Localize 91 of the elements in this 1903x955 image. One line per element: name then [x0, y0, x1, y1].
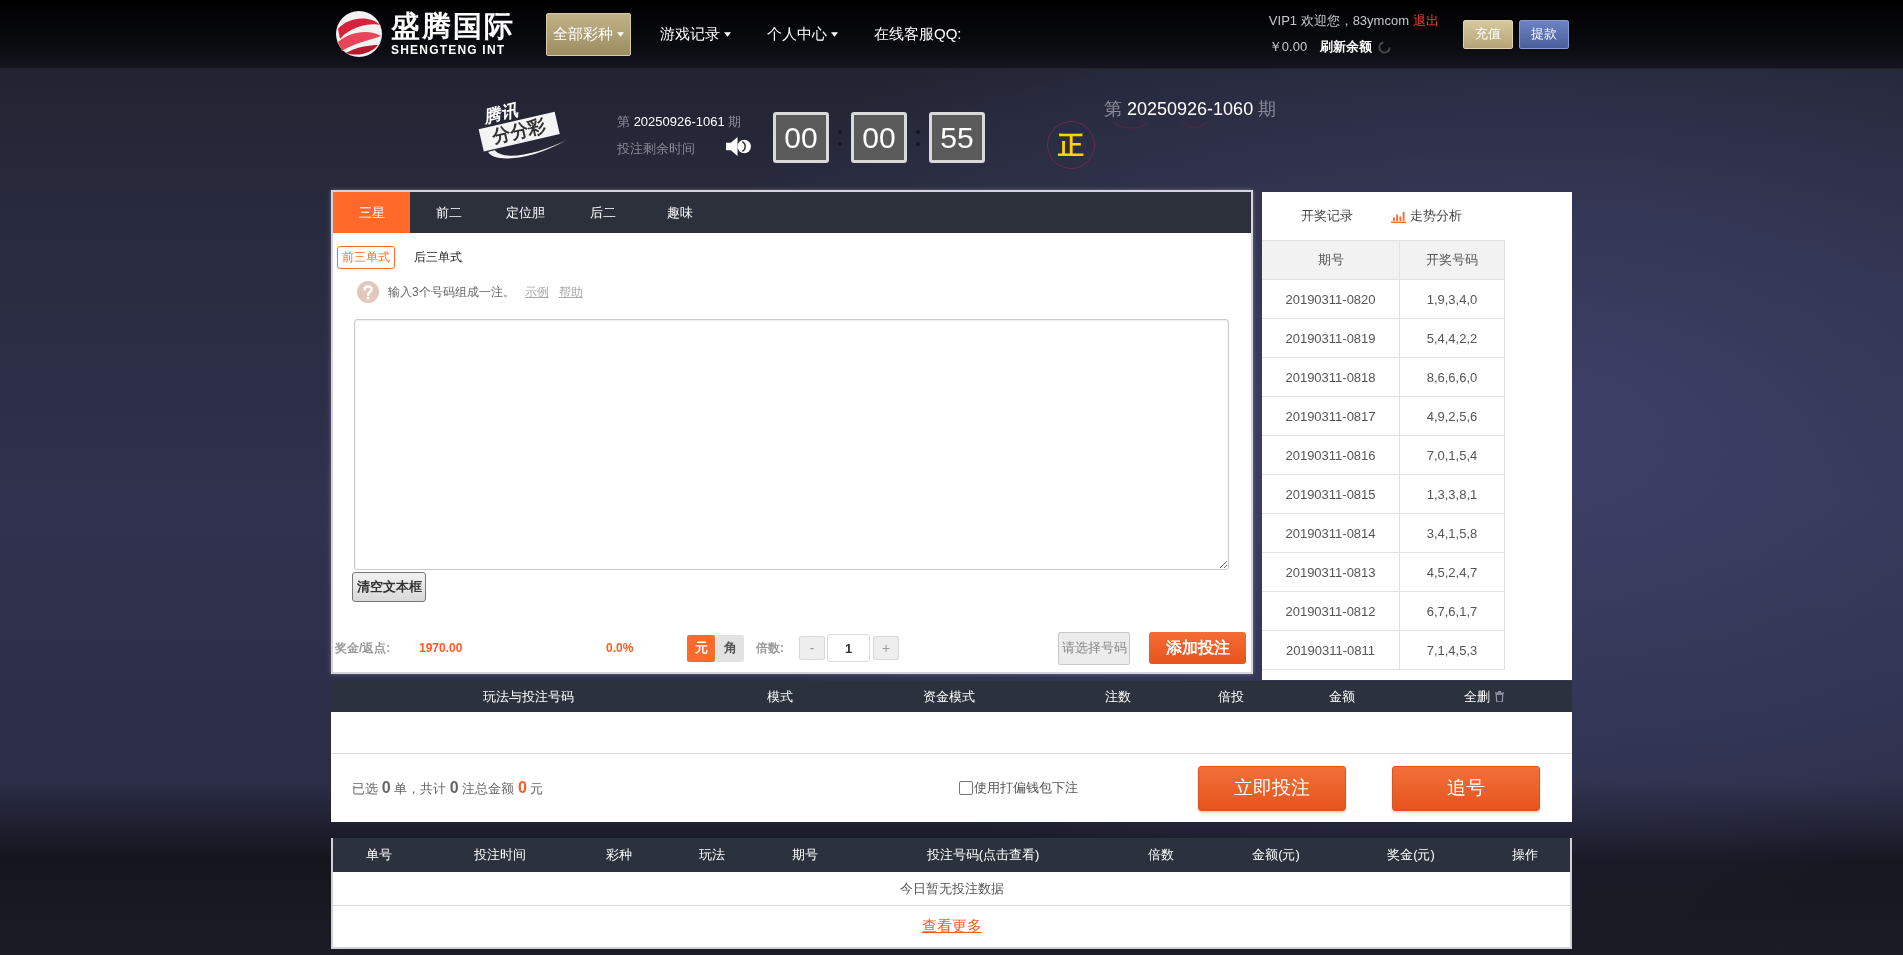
table-cell: 20190311-0812 — [1262, 591, 1400, 631]
balance-amount: ￥0.00 — [1268, 38, 1308, 56]
bet-method-tab[interactable]: 前三单式 — [337, 246, 395, 269]
clear-text-button[interactable]: 清空文本框 — [352, 572, 426, 602]
last-issue: 第 20250926-1060 期 — [1104, 98, 1277, 121]
multiplier-label: 倍数: — [756, 639, 784, 657]
results-tab[interactable]: 开奖记录 — [1301, 207, 1353, 225]
column-header: 开奖号码 — [1399, 240, 1505, 280]
play-type-tab[interactable]: 后二 — [564, 192, 641, 233]
table-cell: 20190311-0811 — [1262, 630, 1400, 670]
play-type-tab[interactable]: 前二 — [410, 192, 487, 233]
play-type-tab[interactable]: 定位胆 — [487, 192, 564, 233]
column-header: 奖金(元) — [1386, 846, 1436, 864]
column-header: 注数 — [1104, 687, 1132, 706]
logout-link[interactable]: 退出 — [1413, 12, 1439, 30]
help-icon — [357, 281, 379, 303]
currency-unit-toggle[interactable]: 角 — [716, 634, 744, 662]
countdown-digits: 55 — [929, 112, 985, 163]
table-cell: 20190311-0817 — [1262, 396, 1400, 436]
column-header: 投注号码(点击查看) — [925, 846, 1041, 864]
nav-menu-item[interactable]: 游戏记录 — [653, 12, 738, 56]
trash-icon — [1494, 691, 1504, 702]
table-cell: 20190311-0815 — [1262, 474, 1400, 514]
table-cell: 6,7,6,1,7 — [1399, 591, 1505, 631]
countdown-digits: 00 — [773, 112, 829, 163]
column-header: 单号 — [365, 846, 393, 864]
column-header: 倍投 — [1217, 687, 1245, 706]
column-header: 操作 — [1510, 846, 1539, 864]
empty-message: 今日暂无投注数据 — [899, 879, 1004, 898]
delete-all-button[interactable]: 全删 — [1463, 687, 1504, 706]
current-issue: 第 20250926-1061 期 — [617, 113, 743, 131]
table-cell: 7,0,1,5,4 — [1399, 435, 1505, 475]
table-cell: 3,4,1,5,8 — [1399, 513, 1505, 553]
column-header: 期号 — [791, 846, 819, 864]
rebate-value: 0.0% — [606, 641, 634, 655]
spinner-icon — [1378, 40, 1392, 54]
column-header: 资金模式 — [922, 687, 976, 706]
table-cell: 20190311-0813 — [1262, 552, 1400, 592]
brand-name: 盛腾国际 — [391, 12, 515, 41]
results-tab[interactable]: 走势分析 — [1391, 207, 1462, 225]
add-bet-button[interactable]: 添加投注 — [1149, 632, 1246, 664]
table-cell: 4,9,2,5,6 — [1399, 396, 1505, 436]
bet-numbers-field[interactable] — [354, 319, 1229, 570]
table-cell: 1,9,3,4,0 — [1399, 279, 1505, 319]
welcome-text: VIP1 欢迎您，83ymcom — [1268, 12, 1409, 30]
wallet-option[interactable]: 使用打偏钱包下注 — [959, 779, 1078, 797]
column-header: 玩法 — [698, 846, 726, 864]
column-header: 投注时间 — [473, 846, 527, 864]
column-header: 玩法与投注号码 — [481, 687, 575, 706]
speaker-icon[interactable] — [725, 134, 752, 158]
place-bet-button[interactable]: 立即投注 — [1198, 765, 1346, 811]
table-cell: 5,4,4,2,2 — [1399, 318, 1505, 358]
nav-menu-item[interactable]: 个人中心 — [760, 12, 845, 56]
view-more-link[interactable]: 查看更多 — [921, 917, 982, 936]
arc-drawing — [1182, 121, 1208, 129]
caret-icon — [617, 31, 624, 37]
prize-value: 1970.00 — [419, 641, 463, 655]
brand-subtitle: SHENGTENG INT — [391, 44, 507, 56]
table-cell: 20190311-0819 — [1262, 318, 1400, 358]
caret-icon — [724, 31, 731, 37]
table-cell: 20190311-0820 — [1262, 279, 1400, 319]
arc-drawing — [1113, 121, 1149, 129]
table-cell: 20190311-0816 — [1262, 435, 1400, 475]
bar-chart-icon — [1391, 209, 1406, 223]
logo-icon — [334, 9, 384, 59]
checkbox[interactable] — [959, 781, 973, 795]
column-header: 倍数 — [1147, 846, 1175, 864]
bet-method-tab[interactable]: 后三单式 — [409, 246, 467, 269]
column-header: 模式 — [766, 687, 794, 706]
column-header: 金额(元) — [1251, 846, 1301, 864]
table-cell: 20190311-0818 — [1262, 357, 1400, 397]
countdown-label: 投注剩余时间 — [617, 140, 695, 158]
bet-summary-text: 已选 0 单，共计 0 注总金额 0 元 — [352, 780, 544, 796]
column-header: 金额 — [1328, 687, 1356, 706]
withdraw-button[interactable]: 提款 — [1519, 19, 1569, 49]
table-cell: 8,6,6,6,0 — [1399, 357, 1505, 397]
multiplier-field[interactable]: 1 — [827, 634, 870, 662]
caret-icon — [831, 31, 838, 37]
chase-number-button[interactable]: 追号 — [1392, 765, 1540, 811]
column-header: 期号 — [1262, 240, 1400, 280]
table-cell: 7,1,4,5,3 — [1399, 630, 1505, 670]
countdown-digits: 00 — [851, 112, 907, 163]
refresh-balance-link[interactable]: 刷新余额 — [1320, 38, 1373, 56]
table-cell: 20190311-0814 — [1262, 513, 1400, 553]
nav-menu-item[interactable]: 在线客服QQ: — [867, 12, 969, 56]
hint-text: 输入3个号码组成一注。 — [388, 283, 515, 301]
column-header: 彩种 — [605, 846, 633, 864]
play-type-tab[interactable]: 趣味 — [641, 192, 718, 233]
table-cell: 4,5,2,4,7 — [1399, 552, 1505, 592]
table-cell: 1,3,3,8,1 — [1399, 474, 1505, 514]
prize-rebate-label: 奖金/返点: — [335, 639, 391, 657]
